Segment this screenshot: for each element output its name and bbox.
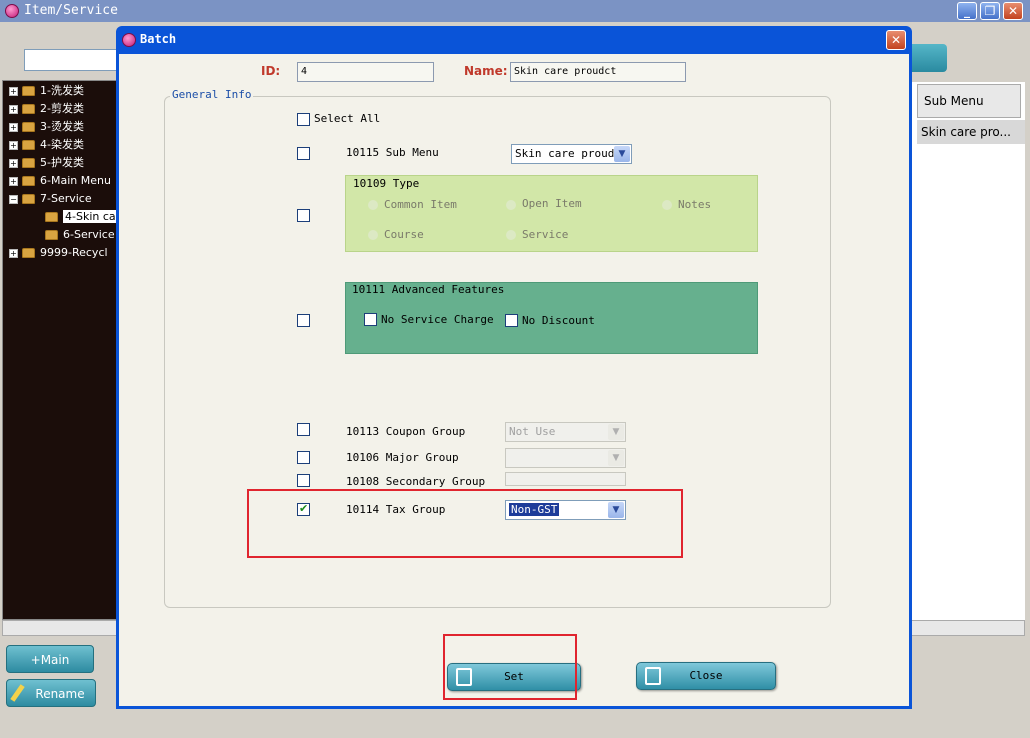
radio-common-item[interactable]	[368, 200, 378, 210]
tree-item[interactable]: 4-Skin ca	[9, 208, 121, 226]
main-title-bar: Item/Service _ ❐ ✕	[0, 0, 1030, 22]
major-group-label: 10106 Major Group	[346, 451, 459, 464]
expand-icon[interactable]: +	[9, 248, 18, 258]
search-input[interactable]	[24, 49, 124, 71]
type-checkbox[interactable]	[297, 209, 310, 222]
app-icon	[122, 33, 136, 47]
no-service-charge-checkbox[interactable]	[364, 313, 377, 326]
folder-icon	[22, 122, 35, 132]
tree-item[interactable]: +5-护发类	[9, 154, 121, 172]
secondary-group-select[interactable]	[505, 472, 626, 486]
main-window-title: Item/Service	[24, 3, 118, 18]
grid-horizontal-scrollbar[interactable]	[905, 620, 1025, 636]
radio-notes[interactable]	[662, 200, 672, 210]
tax-group-highlight	[247, 489, 683, 558]
app-icon	[5, 4, 19, 18]
common-item-label: Common Item	[384, 198, 457, 211]
sub-menu-checkbox[interactable]	[297, 147, 310, 160]
dialog-title: Batch	[140, 32, 177, 46]
folder-icon	[22, 248, 35, 258]
service-label: Service	[522, 228, 569, 241]
id-label: ID:	[261, 64, 281, 78]
tree-item[interactable]: +4-染发类	[9, 136, 121, 154]
course-label: Course	[384, 228, 424, 241]
item-grid	[905, 82, 1025, 620]
coupon-group-label: 10113 Coupon Group	[346, 425, 466, 438]
chevron-down-icon[interactable]: ▼	[614, 146, 630, 162]
folder-icon	[45, 212, 58, 222]
radio-open-item[interactable]	[506, 200, 516, 210]
major-group-checkbox[interactable]	[297, 451, 310, 464]
close-icon[interactable]: ✕	[1003, 2, 1023, 20]
name-field[interactable]: Skin care proudct	[510, 62, 686, 82]
grid-cell[interactable]: Skin care pro...	[917, 120, 1025, 144]
radio-service[interactable]	[506, 230, 516, 240]
tree-item[interactable]: +9999-Recycl	[9, 244, 121, 262]
tree-item[interactable]: 6-Service	[9, 226, 121, 244]
rename-button[interactable]: Rename	[6, 679, 96, 707]
no-discount-checkbox[interactable]	[505, 314, 518, 327]
chevron-down-icon[interactable]: ▼	[608, 424, 624, 440]
grid-header-sub-menu[interactable]: Sub Menu	[917, 84, 1021, 118]
minimize-icon[interactable]: _	[957, 2, 977, 20]
sub-menu-value: Skin care proudc	[515, 147, 621, 160]
select-all-label: Select All	[314, 112, 381, 125]
notes-label: Notes	[678, 198, 712, 211]
coupon-group-select[interactable]: Not Use ▼	[505, 422, 626, 442]
folder-icon	[45, 230, 58, 240]
secondary-group-label: 10108 Secondary Group	[346, 475, 486, 488]
tree-item[interactable]: −7-Service	[9, 190, 121, 208]
sub-menu-select[interactable]: Skin care proudc ▼	[511, 144, 632, 164]
dialog-content: ID: 4 Name: Skin care proudct General In…	[119, 54, 909, 706]
sub-menu-label: 10115 Sub Menu	[346, 146, 439, 159]
exit-icon	[645, 667, 661, 685]
secondary-group-checkbox[interactable]	[297, 474, 310, 487]
select-all-checkbox[interactable]	[297, 113, 310, 126]
tree-item[interactable]: +2-剪发类	[9, 100, 121, 118]
general-info-legend: General Info	[170, 88, 254, 101]
advanced-features-panel: 10111 Advanced Features No Service Charg…	[345, 282, 758, 354]
id-field[interactable]: 4	[297, 62, 434, 82]
coupon-group-value: Not Use	[509, 425, 556, 438]
folder-icon	[22, 104, 35, 114]
major-group-select[interactable]: ▼	[505, 448, 626, 468]
close-icon[interactable]: ✕	[886, 30, 906, 50]
radio-course[interactable]	[368, 230, 378, 240]
expand-icon[interactable]: +	[9, 104, 18, 114]
tree-item[interactable]: +3-烫发类	[9, 118, 121, 136]
expand-icon[interactable]: +	[9, 158, 18, 168]
folder-icon	[22, 176, 35, 186]
no-discount-label: No Discount	[522, 314, 595, 327]
type-panel: 10109 Type Common Item Open Item Notes C…	[345, 175, 758, 252]
folder-icon	[22, 158, 35, 168]
folder-icon	[22, 140, 35, 150]
coupon-group-checkbox[interactable]	[297, 423, 310, 436]
tree-item[interactable]: +1-洗发类	[9, 82, 121, 100]
open-item-label: Open Item	[522, 197, 582, 210]
expand-icon[interactable]: +	[9, 122, 18, 132]
advanced-features-checkbox[interactable]	[297, 314, 310, 327]
chevron-down-icon[interactable]: ▼	[608, 450, 624, 466]
add-main-button[interactable]: +Main	[6, 645, 94, 673]
no-service-charge-label: No Service Charge	[381, 313, 494, 326]
advanced-features-title: 10111 Advanced Features	[352, 283, 505, 296]
close-button[interactable]: Close	[636, 662, 776, 690]
expand-icon[interactable]: +	[9, 176, 18, 186]
collapse-icon[interactable]: −	[9, 194, 18, 204]
tree-item[interactable]: +6-Main Menu	[9, 172, 121, 190]
close-button-label: Close	[689, 669, 723, 682]
type-panel-title: 10109 Type	[353, 177, 420, 190]
name-label: Name:	[464, 64, 508, 78]
batch-dialog: Batch ✕ ID: 4 Name: Skin care proudct Ge…	[116, 26, 912, 709]
tree-horizontal-scrollbar[interactable]	[2, 620, 120, 636]
expand-icon[interactable]: +	[9, 86, 18, 96]
category-tree: +1-洗发类 +2-剪发类 +3-烫发类 +4-染发类 +5-护发类 +6-Ma…	[2, 80, 120, 620]
rename-button-label: Rename	[35, 687, 85, 701]
folder-icon	[22, 86, 35, 96]
dialog-title-bar: Batch ✕	[116, 26, 912, 54]
folder-icon	[22, 194, 35, 204]
set-button-highlight	[443, 634, 577, 700]
restore-icon[interactable]: ❐	[980, 2, 1000, 20]
expand-icon[interactable]: +	[9, 140, 18, 150]
